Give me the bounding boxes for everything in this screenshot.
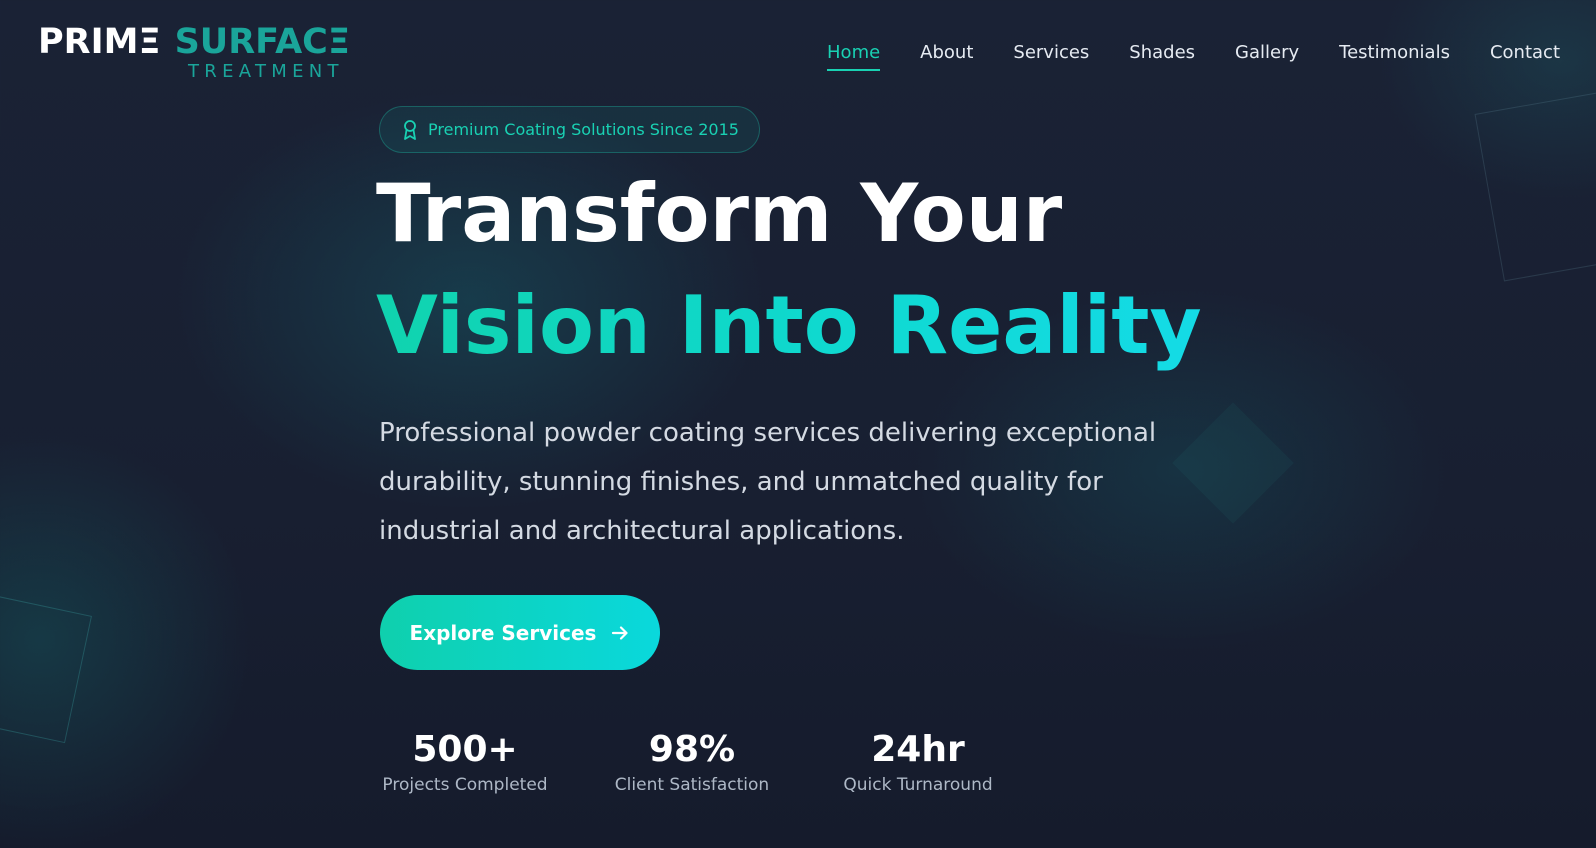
stat-satisfaction: 98% Client Satisfaction (592, 728, 792, 796)
main-nav: Home About Services Shades Gallery Testi… (787, 42, 1560, 71)
logo-e-text: Ξ (138, 22, 161, 62)
logo-prim-text: PRIM (38, 22, 139, 62)
nav-item-shades[interactable]: Shades (1129, 42, 1195, 71)
stat-label: Client Satisfaction (614, 775, 770, 795)
hero-headline-line1: Transform Your (376, 167, 1063, 260)
hero-badge-text: Premium Coating Solutions Since 2015 (428, 120, 739, 139)
hero-badge: Premium Coating Solutions Since 2015 (379, 106, 760, 153)
stat-projects: 500+ Projects Completed (365, 728, 565, 796)
stat-turnaround: 24hr Quick Turnaround (818, 728, 1018, 796)
award-ribbon-icon (404, 119, 416, 140)
logo-surface-text: SURFACΞ (174, 22, 350, 62)
logo-wordmark: PRIMΞ SURFACΞ (38, 24, 350, 60)
stat-value: 24hr (871, 729, 965, 770)
logo-subtitle: TREATMENT (188, 61, 344, 82)
explore-services-button[interactable]: Explore Services (380, 595, 660, 670)
hero-headline-line2: Vision Into Reality (376, 279, 1202, 372)
logo[interactable]: PRIMΞ SURFACΞ TREATMENT (38, 24, 378, 84)
hero-description: Professional powder coating services del… (379, 418, 1157, 546)
nav-item-about[interactable]: About (920, 42, 973, 71)
stat-value: 98% (648, 729, 736, 770)
stat-label: Quick Turnaround (843, 775, 993, 795)
decorative-square (0, 586, 92, 744)
stats-row: 500+ Projects Completed 98% Client Satis… (380, 728, 1020, 808)
nav-item-services[interactable]: Services (1013, 42, 1089, 71)
explore-services-label: Explore Services (409, 620, 597, 645)
nav-item-testimonials[interactable]: Testimonials (1339, 42, 1450, 71)
nav-item-contact[interactable]: Contact (1490, 42, 1560, 71)
arrow-right-icon (612, 625, 629, 640)
stat-label: Projects Completed (382, 775, 548, 795)
decorative-square (1474, 84, 1596, 282)
nav-item-gallery[interactable]: Gallery (1235, 42, 1299, 71)
nav-item-home[interactable]: Home (827, 42, 881, 71)
stat-value: 500+ (412, 729, 518, 770)
